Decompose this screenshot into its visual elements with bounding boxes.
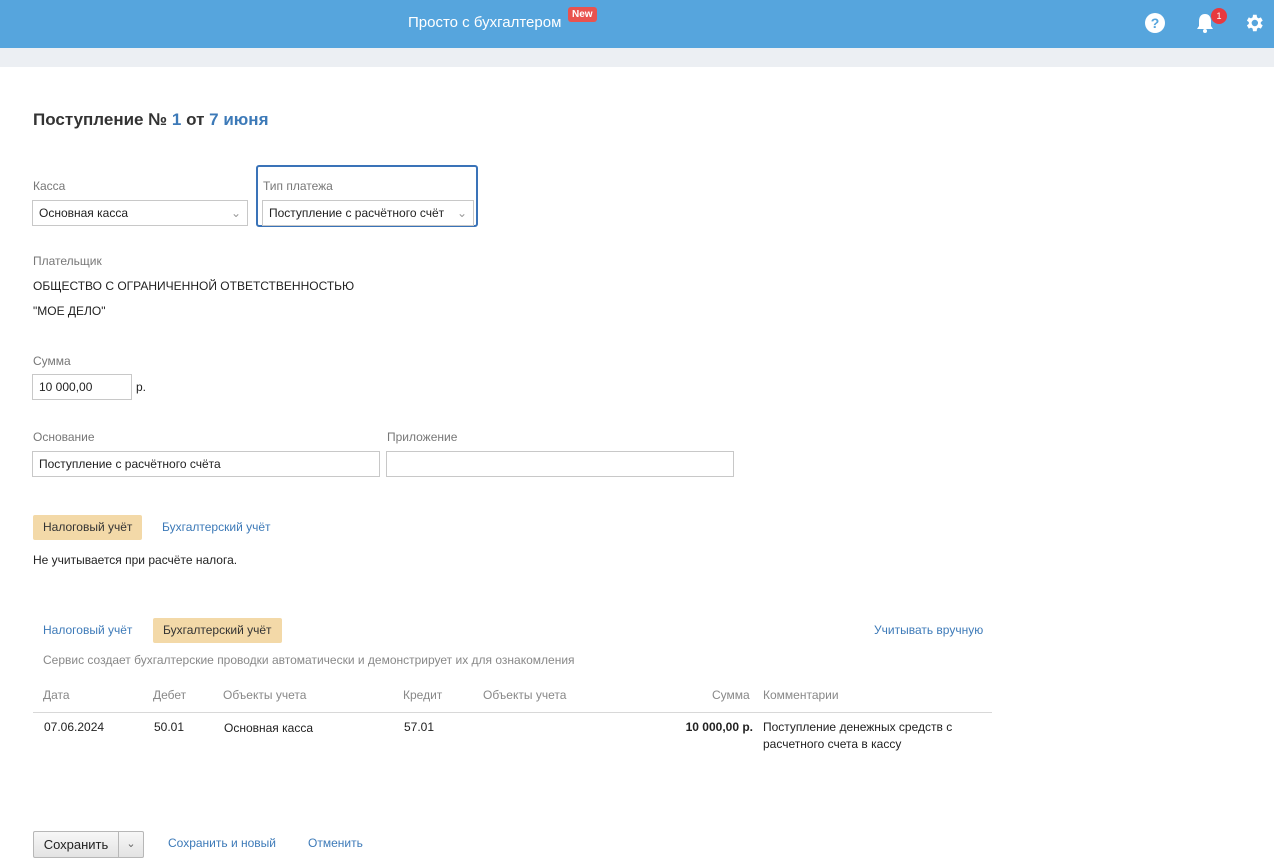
col-header-credit: Кредит bbox=[403, 688, 443, 702]
payment-type-select[interactable]: Поступление с расчётного счёт ⌄ bbox=[262, 200, 474, 226]
row-comment-line2: расчетного счета в кассу bbox=[763, 737, 902, 751]
row-comment-line1: Поступление денежных средств с bbox=[763, 720, 953, 734]
sum-currency: р. bbox=[136, 380, 147, 394]
title-from: от bbox=[186, 110, 205, 129]
sum-input[interactable]: 10 000,00 bbox=[32, 374, 132, 400]
save-options-dropdown[interactable]: ⌄ bbox=[118, 831, 144, 858]
basis-input[interactable]: Поступление с расчётного счёта bbox=[32, 451, 380, 477]
gear-icon[interactable] bbox=[1243, 12, 1265, 34]
tab-bookkeeping[interactable]: Бухгалтерский учёт bbox=[158, 515, 275, 540]
save-and-new-link[interactable]: Сохранить и новый bbox=[168, 836, 276, 850]
payment-type-label: Тип платежа bbox=[263, 179, 333, 193]
top-bar bbox=[0, 0, 1274, 48]
manual-accounting-link[interactable]: Учитывать вручную bbox=[874, 623, 983, 637]
col-header-debit: Дебет bbox=[153, 688, 187, 702]
payer-name-line2: "МОЕ ДЕЛО" bbox=[33, 304, 106, 318]
svg-text:?: ? bbox=[1151, 15, 1160, 31]
col-header-sum: Сумма bbox=[712, 688, 750, 702]
attachment-label: Приложение bbox=[387, 430, 458, 444]
help-icon[interactable]: ? bbox=[1144, 12, 1166, 34]
col-header-comments: Комментарии bbox=[763, 688, 839, 702]
kassa-label: Касса bbox=[33, 179, 66, 193]
kassa-select[interactable]: Основная касса ⌄ bbox=[32, 200, 248, 226]
save-button[interactable]: Сохранить bbox=[33, 831, 118, 858]
row-credit: 57.01 bbox=[404, 720, 435, 734]
row-date: 07.06.2024 bbox=[44, 720, 105, 734]
col-header-date: Дата bbox=[43, 688, 70, 702]
row-debit: 50.01 bbox=[154, 720, 185, 734]
payer-name-line1: ОБЩЕСТВО С ОГРАНИЧЕННОЙ ОТВЕТСТВЕННОСТЬЮ bbox=[33, 279, 355, 293]
col-header-debit-objects: Объекты учета bbox=[223, 688, 307, 702]
doc-number-link[interactable]: 1 bbox=[172, 110, 181, 129]
tab-bookkeeping-2[interactable]: Бухгалтерский учёт bbox=[153, 618, 282, 643]
chevron-down-icon: ⌄ bbox=[456, 206, 467, 220]
payer-label: Плательщик bbox=[33, 254, 102, 268]
notification-count-badge: 1 bbox=[1211, 8, 1227, 24]
page-title: Поступление № 1 от 7 июня bbox=[33, 110, 269, 130]
kassa-value: Основная касса bbox=[39, 206, 129, 220]
title-prefix: Поступление № bbox=[33, 110, 168, 129]
sub-bar bbox=[0, 48, 1274, 67]
tab-tax-accounting[interactable]: Налоговый учёт bbox=[33, 515, 143, 540]
chevron-down-icon: ⌄ bbox=[126, 838, 136, 850]
sum-value: 10 000,00 bbox=[39, 380, 93, 394]
basis-label: Основание bbox=[33, 430, 95, 444]
postings-description: Сервис создает бухгалтерские проводки ав… bbox=[43, 653, 575, 667]
table-divider bbox=[33, 712, 992, 713]
tax-note: Не учитывается при расчёте налога. bbox=[33, 553, 238, 567]
tab-tax-accounting-2[interactable]: Налоговый учёт bbox=[39, 618, 136, 643]
basis-value: Поступление с расчётного счёта bbox=[39, 457, 221, 471]
brand-title[interactable]: Просто с бухгалтером bbox=[408, 14, 561, 31]
payment-type-value: Поступление с расчётного счёт bbox=[269, 206, 445, 220]
sum-label: Сумма bbox=[33, 354, 71, 368]
new-badge: New bbox=[568, 7, 597, 22]
cancel-link[interactable]: Отменить bbox=[308, 836, 363, 850]
row-debit-object: Основная касса bbox=[224, 721, 314, 735]
attachment-input[interactable] bbox=[386, 451, 734, 477]
chevron-down-icon: ⌄ bbox=[230, 206, 241, 220]
row-sum: 10 000,00 р. bbox=[685, 720, 753, 734]
col-header-credit-objects: Объекты учета bbox=[483, 688, 567, 702]
doc-date-link[interactable]: 7 июня bbox=[209, 110, 268, 129]
